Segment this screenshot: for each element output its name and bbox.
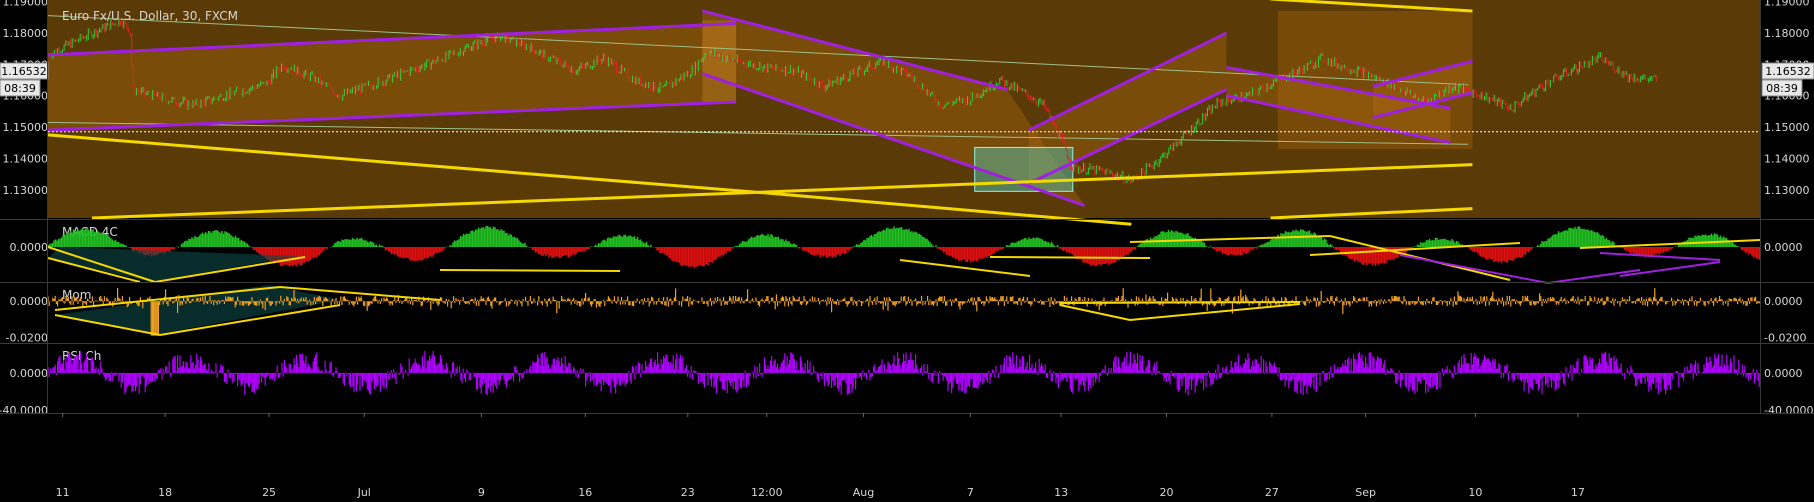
momentum-y-tick-right: 0.0000 [1764,295,1803,308]
macd-channel-line[interactable] [1547,269,1641,284]
range-highlight [702,20,737,102]
rsi-panel: RSI Ch [47,349,1760,396]
momentum-trendline[interactable] [1059,301,1301,304]
y-tick-right: 1.13000 [1764,184,1810,197]
y-tick-left: 1.13000 [3,184,49,197]
y-tick-left: 1.19000 [3,0,49,9]
macd-channel-line[interactable] [1399,254,1549,284]
last-price-badge-left: 1.16532 [0,62,49,80]
chart-canvas[interactable]: Euro Fx/U.S. Dollar, 30, FXCM 1.19000 1.19… [0,0,1814,502]
countdown-badge-left-text: 08:39 [4,82,36,95]
chart-root[interactable]: Euro Fx/U.S. Dollar, 30, FXCM 1.19000 1.19… [0,0,1814,502]
momentum-trendline[interactable] [1059,304,1131,321]
macd-trendline[interactable] [899,259,1031,277]
macd-y-tick-right: 0.0000 [1764,241,1803,254]
y-tick-right: 1.19000 [1764,0,1810,9]
macd-y-tick-left: 0.0000 [10,241,49,254]
momentum-panel: Mom [47,285,1760,336]
macd-channel-line[interactable] [1619,261,1721,277]
last-price-badge-left-text: 1.16532 [1,65,47,78]
chart-title: Euro Fx/U.S. Dollar, 30, FXCM [62,9,238,23]
divergence-fill [55,285,340,335]
macd-trendline[interactable] [989,256,1151,259]
macd-channel-line[interactable] [1599,252,1721,261]
price-panel: Euro Fx/U.S. Dollar, 30, FXCM [47,0,1760,226]
momentum-y-tick-right: -0.0200 [1764,331,1806,344]
macd-panel: MACD 4C [47,225,1761,284]
last-price-badge-right-text: 1.16532 [1765,65,1811,78]
y-tick-left: 1.18000 [3,27,49,40]
countdown-badge-left: 08:39 [0,79,41,97]
y-tick-left: 1.14000 [3,152,49,165]
countdown-badge-right: 08:39 [1761,79,1803,97]
countdown-badge-right-text: 08:39 [1766,82,1798,95]
macd-trendline[interactable] [439,269,621,272]
last-price-badge-right: 1.16532 [1761,62,1814,80]
y-tick-right: 1.14000 [1764,152,1810,165]
momentum-y-tick-left: -0.0200 [6,331,48,344]
y-tick-right: 1.18000 [1764,27,1810,40]
y-tick-left: 1.15000 [3,121,49,134]
y-tick-right: 1.15000 [1764,121,1810,134]
momentum-y-tick-left: 0.0000 [10,295,49,308]
